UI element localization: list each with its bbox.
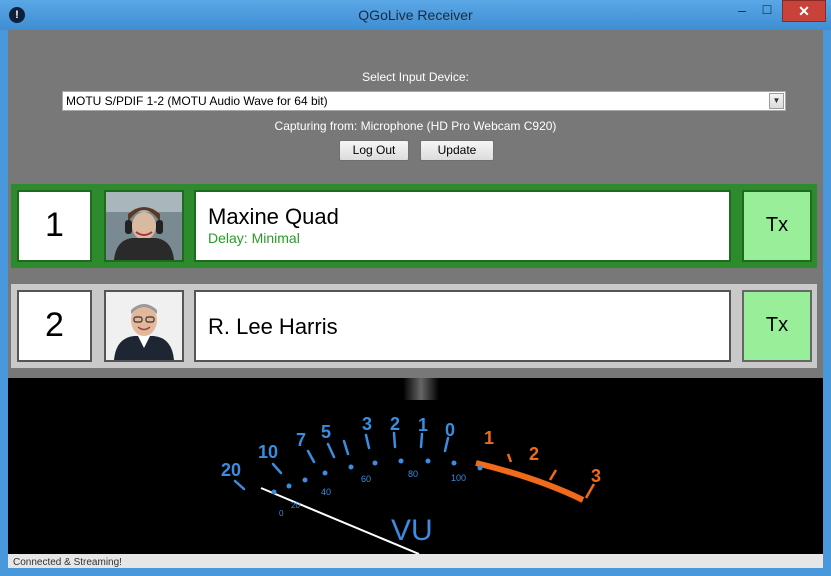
participant-row-1: 1 Maxine Quad Delay: Minimal Tx xyxy=(11,184,817,268)
participant-name: R. Lee Harris xyxy=(208,314,338,339)
selected-device-value: MOTU S/PDIF 1-2 (MOTU Audio Wave for 64 … xyxy=(66,94,328,108)
close-button[interactable]: ✕ xyxy=(782,0,826,22)
tx-button[interactable]: Tx xyxy=(742,190,812,262)
vu-label: VU xyxy=(391,514,433,547)
vu-scale-5: 5 xyxy=(321,422,331,442)
avatar xyxy=(104,190,184,262)
chevron-down-icon[interactable]: ▼ xyxy=(769,93,784,109)
vu-tick xyxy=(392,431,397,449)
vu-tick xyxy=(306,449,316,464)
participant-number: 1 xyxy=(17,190,92,262)
update-button[interactable]: Update xyxy=(420,140,494,161)
vu-pct-20: 20 xyxy=(291,501,300,510)
participant-name: Maxine Quad xyxy=(208,204,339,229)
vu-scale-7: 7 xyxy=(296,430,306,450)
window-title: QGoLive Receiver xyxy=(358,7,473,23)
vu-dot xyxy=(477,465,483,471)
vu-tick xyxy=(364,433,371,450)
capturing-status: Capturing from: Microphone (HD Pro Webca… xyxy=(274,119,557,133)
participant-info: R. Lee Harris xyxy=(194,290,731,362)
maximize-button[interactable]: ☐ xyxy=(754,0,780,22)
avatar-man-icon xyxy=(106,292,182,360)
vu-tick xyxy=(342,439,350,456)
participant-row-2: 2 R. Lee Harris Tx xyxy=(11,284,817,368)
input-device-select[interactable]: MOTU S/PDIF 1-2 (MOTU Audio Wave for 64 … xyxy=(62,91,786,111)
logout-button[interactable]: Log Out xyxy=(339,140,409,161)
vu-pct-0: 0 xyxy=(279,509,284,518)
vu-scale-3: 3 xyxy=(362,414,372,434)
vu-scale-20: 20 xyxy=(221,460,241,480)
vu-scale-1: 1 xyxy=(418,415,428,435)
participant-info: Maxine Quad Delay: Minimal xyxy=(194,190,731,262)
vu-pct-60: 60 xyxy=(361,474,371,484)
vu-dot xyxy=(271,489,277,495)
tx-button[interactable]: Tx xyxy=(742,290,812,362)
participant-delay: Delay: Minimal xyxy=(208,230,300,246)
vu-dot xyxy=(372,460,378,466)
avatar xyxy=(104,290,184,362)
vu-tick xyxy=(271,462,283,475)
vu-dot xyxy=(286,483,292,489)
vu-meter-dial: 20 10 7 5 3 2 1 0 1 2 3 0 20 40 60 80 10… xyxy=(221,378,601,554)
vu-tick xyxy=(326,442,336,459)
vu-dot xyxy=(398,458,404,464)
vu-scale-plus3: 3 xyxy=(591,466,601,486)
app-window: ! QGoLive Receiver – ☐ ✕ Select Input De… xyxy=(0,0,831,576)
select-device-label: Select Input Device: xyxy=(362,70,469,84)
vu-pct-40: 40 xyxy=(321,487,331,497)
vu-dot xyxy=(425,458,431,464)
vu-dot xyxy=(322,470,328,476)
vu-meter: 20 10 7 5 3 2 1 0 1 2 3 0 20 40 60 80 10… xyxy=(8,378,823,554)
minimize-button[interactable]: – xyxy=(730,0,754,22)
vu-dot xyxy=(348,464,354,470)
participant-number: 2 xyxy=(17,290,92,362)
vu-scale-2: 2 xyxy=(390,414,400,434)
vu-dot xyxy=(302,477,308,483)
status-bar: Connected & Streaming! xyxy=(8,554,823,568)
vu-dot xyxy=(451,460,457,466)
vu-tick xyxy=(419,432,424,449)
vu-pct-80: 80 xyxy=(408,469,418,479)
vu-scale-10: 10 xyxy=(258,442,278,462)
vu-scale-plus1: 1 xyxy=(484,428,494,448)
vu-scale-0: 0 xyxy=(445,420,455,440)
title-bar: ! QGoLive Receiver – ☐ ✕ xyxy=(0,0,831,30)
vu-tick xyxy=(233,479,246,491)
vu-pct-100: 100 xyxy=(451,473,466,483)
vu-scale-plus2: 2 xyxy=(529,444,539,464)
avatar-woman-headphones-icon xyxy=(106,192,182,260)
device-panel: Select Input Device: MOTU S/PDIF 1-2 (MO… xyxy=(8,30,823,182)
